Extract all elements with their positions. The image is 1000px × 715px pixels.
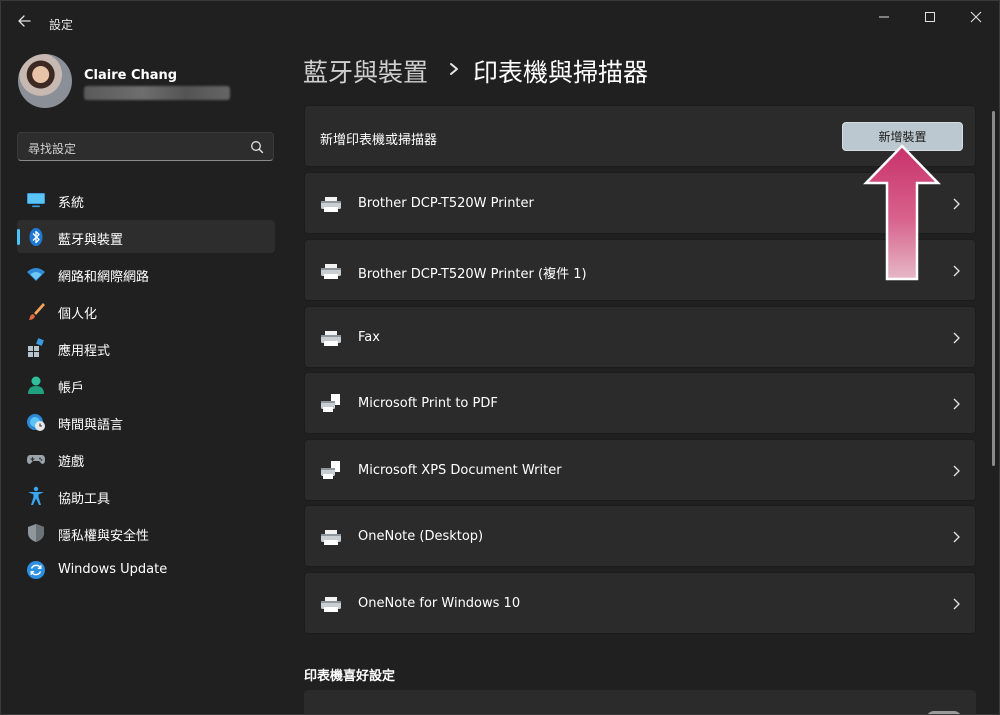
printer-name: OneNote for Windows 10 — [358, 596, 521, 611]
sidebar-item-label: 系統 — [58, 196, 85, 211]
printer-row[interactable]: OneNote for Windows 10 — [304, 572, 976, 634]
accessibility-icon — [28, 486, 44, 505]
maximize-button[interactable] — [907, 1, 953, 33]
chevron-right-icon — [450, 63, 458, 75]
printer-row[interactable]: Microsoft Print to PDF — [304, 372, 976, 434]
shield-icon — [28, 524, 44, 542]
sidebar-item-label: 隱私權與安全性 — [58, 529, 150, 544]
sidebar-item-label: 藍牙與裝置 — [58, 233, 124, 248]
chevron-right-icon — [953, 531, 960, 543]
user-name: Claire Chang — [84, 68, 178, 83]
printer-name: Brother DCP-T520W Printer (複件 1) — [358, 267, 587, 282]
bluetooth-icon — [29, 228, 43, 246]
sidebar-item-accessibility[interactable]: 協助工具 — [17, 479, 275, 512]
virtual-printer-icon — [321, 461, 340, 479]
printer-icon — [321, 264, 341, 279]
printer-icon — [321, 597, 341, 612]
person-icon — [28, 376, 44, 394]
sidebar-item-apps[interactable]: 應用程式 — [17, 331, 275, 364]
app-title: 設定 — [49, 18, 74, 32]
scrollbar[interactable] — [992, 111, 995, 466]
printer-name: Microsoft XPS Document Writer — [358, 463, 562, 478]
sidebar-item-label: 應用程式 — [58, 344, 111, 359]
user-email-redacted — [84, 86, 230, 100]
search-input[interactable]: 尋找設定 — [17, 132, 274, 161]
minimize-button[interactable] — [861, 1, 907, 33]
avatar[interactable] — [18, 54, 72, 108]
back-arrow-icon — [18, 15, 31, 27]
sidebar-item-label: 協助工具 — [58, 492, 111, 507]
printer-row[interactable]: Fax — [304, 306, 976, 368]
printer-row[interactable]: OneNote (Desktop) — [304, 505, 976, 567]
sidebar-item-accounts[interactable]: 帳戶 — [17, 368, 275, 401]
sidebar-item-label: Windows Update — [58, 562, 168, 577]
printer-name: Microsoft Print to PDF — [358, 396, 498, 411]
title-bar: 設定 — [1, 1, 999, 47]
brush-icon — [29, 303, 45, 320]
sidebar-item-label: 個人化 — [58, 307, 98, 322]
printer-icon — [321, 331, 341, 346]
close-icon — [970, 11, 982, 23]
sidebar-item-bluetooth-devices[interactable]: 藍牙與裝置 — [17, 220, 275, 253]
sidebar-item-windows-update[interactable]: Windows Update — [17, 553, 275, 586]
apps-icon — [28, 338, 44, 357]
printer-row[interactable]: Microsoft XPS Document Writer — [304, 439, 976, 501]
search-placeholder: 尋找設定 — [28, 142, 77, 156]
wifi-icon — [27, 268, 45, 281]
sidebar-item-label: 網路和網際網路 — [58, 270, 150, 285]
settings-window: 設定 Claire Chang 尋找設定 系統 藍牙與裝置 網路和網際網路 個人… — [0, 0, 1000, 715]
chevron-right-icon — [953, 398, 960, 410]
printer-name: Brother DCP-T520W Printer — [358, 196, 534, 211]
sidebar-item-label: 遊戲 — [58, 455, 85, 470]
annotation-arrow-icon — [863, 144, 941, 281]
monitor-icon — [27, 193, 45, 208]
maximize-icon — [925, 12, 935, 22]
sidebar-item-personalization[interactable]: 個人化 — [17, 294, 275, 327]
preferences-card[interactable] — [304, 690, 976, 714]
search-icon[interactable] — [249, 139, 265, 155]
printer-preferences-heading: 印表機喜好設定 — [304, 669, 396, 684]
gamepad-icon — [27, 455, 45, 464]
minimize-icon — [879, 16, 889, 18]
printer-name: Fax — [358, 330, 380, 345]
close-button[interactable] — [953, 1, 999, 33]
printer-icon — [321, 197, 341, 212]
chevron-right-icon — [953, 465, 960, 477]
page-title: 印表機與掃描器 — [473, 58, 649, 87]
chevron-right-icon — [953, 332, 960, 344]
sidebar-item-time-language[interactable]: 時間與語言 — [17, 405, 275, 438]
virtual-printer-icon — [321, 394, 340, 412]
printer-name: OneNote (Desktop) — [358, 529, 484, 544]
sidebar-item-network[interactable]: 網路和網際網路 — [17, 257, 275, 290]
sidebar-item-system[interactable]: 系統 — [17, 183, 275, 216]
breadcrumb-parent[interactable]: 藍牙與裝置 — [303, 53, 428, 89]
toggle-switch[interactable] — [926, 711, 962, 714]
add-printer-label: 新增印表機或掃描器 — [320, 133, 438, 148]
globe-clock-icon — [27, 414, 45, 431]
chevron-right-icon — [953, 198, 960, 210]
sidebar-item-gaming[interactable]: 遊戲 — [17, 442, 275, 475]
refresh-icon — [27, 561, 45, 579]
printer-icon — [321, 530, 341, 545]
back-button[interactable] — [15, 11, 35, 31]
chevron-right-icon — [953, 598, 960, 610]
active-indicator — [17, 229, 20, 245]
sidebar-item-label: 帳戶 — [58, 381, 85, 396]
chevron-right-icon — [953, 265, 960, 277]
sidebar-item-label: 時間與語言 — [58, 418, 124, 433]
sidebar-item-privacy-security[interactable]: 隱私權與安全性 — [17, 516, 275, 549]
